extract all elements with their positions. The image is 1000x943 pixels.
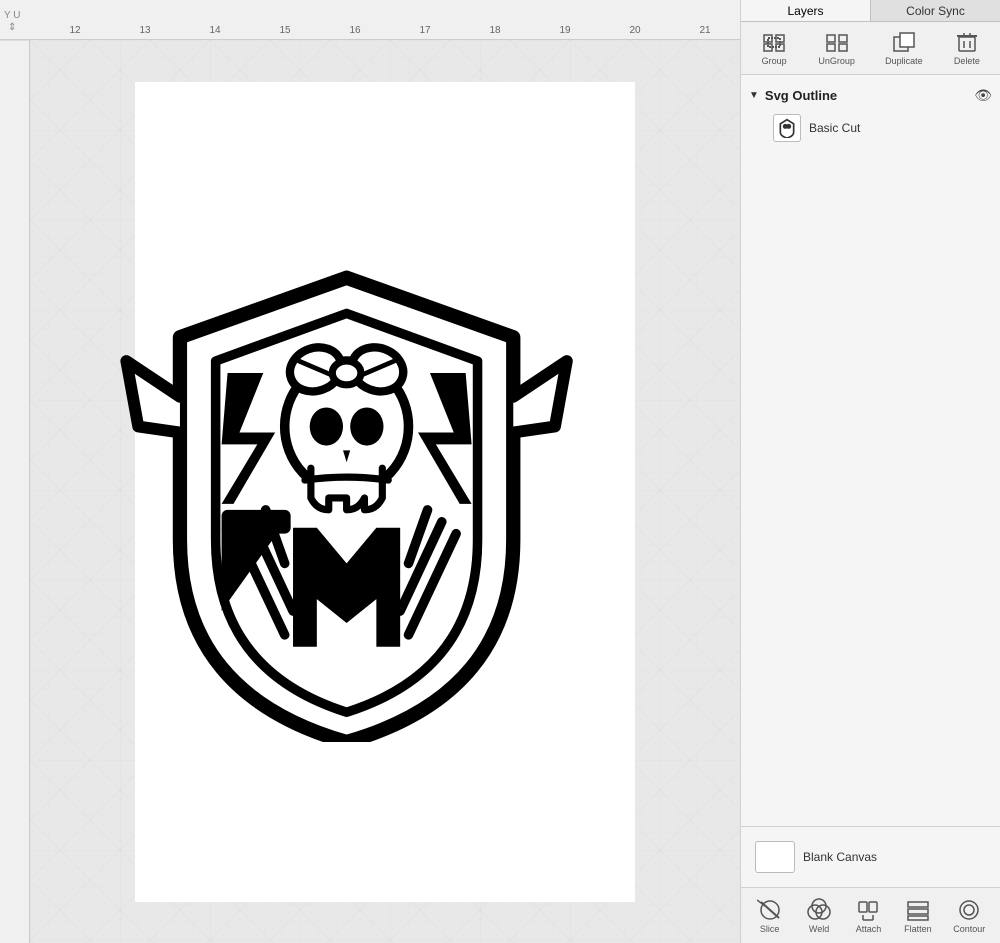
- layers-section: ▼ Svg Outline 👁 Basic Cut: [741, 75, 1000, 459]
- blank-canvas-label: Blank Canvas: [803, 850, 877, 864]
- tab-bar: Layers Color Sync: [741, 0, 1000, 22]
- ruler-left: [0, 40, 30, 943]
- design-svg[interactable]: [107, 242, 587, 742]
- weld-button[interactable]: Weld: [801, 896, 837, 936]
- blank-canvas-thumb: [755, 841, 795, 873]
- flatten-button[interactable]: Flatten: [900, 896, 936, 936]
- tool-arrows: ⇕: [8, 22, 16, 33]
- duplicate-label: Duplicate: [885, 56, 923, 66]
- delete-label: Delete: [954, 56, 980, 66]
- slice-label: Slice: [760, 924, 780, 934]
- tab-layers[interactable]: Layers: [741, 0, 871, 21]
- ruler-left-svg: [0, 40, 30, 940]
- contour-icon: [955, 898, 983, 922]
- slice-icon: [756, 898, 784, 922]
- duplicate-icon: [890, 30, 918, 54]
- flatten-icon: [904, 898, 932, 922]
- blank-canvas-section: Blank Canvas: [741, 826, 1000, 887]
- weld-label: Weld: [809, 924, 829, 934]
- blank-canvas-item[interactable]: Blank Canvas: [749, 835, 992, 879]
- right-panel: Layers Color Sync Group: [740, 0, 1000, 943]
- visibility-icon[interactable]: 👁: [974, 87, 992, 104]
- attach-icon: [854, 898, 882, 922]
- group-button[interactable]: Group: [756, 28, 792, 68]
- group-label: Group: [762, 56, 787, 66]
- group-icon: [760, 30, 788, 54]
- ungroup-button[interactable]: UnGroup: [814, 28, 859, 68]
- delete-icon: [953, 30, 981, 54]
- contour-button[interactable]: Contour: [949, 896, 989, 936]
- svg-outline-title: Svg Outline: [765, 88, 837, 103]
- canvas-area: Y U: [0, 0, 740, 943]
- layer-name-basic-cut: Basic Cut: [809, 121, 860, 135]
- ungroup-icon: [823, 30, 851, 54]
- slice-button[interactable]: Slice: [752, 896, 788, 936]
- layer-thumb: [773, 114, 801, 142]
- layer-item-basic-cut[interactable]: Basic Cut: [749, 108, 992, 148]
- ungroup-label: UnGroup: [818, 56, 855, 66]
- duplicate-button[interactable]: Duplicate: [881, 28, 927, 68]
- attach-label: Attach: [856, 924, 882, 934]
- ruler-numbers: 12 13 14 15 16 17 18 19 20 21: [30, 8, 740, 40]
- flatten-label: Flatten: [904, 924, 932, 934]
- chevron-down-icon: ▼: [749, 90, 759, 101]
- tool-label: Y U: [4, 10, 21, 21]
- bottom-toolbar: Slice Weld Attac: [741, 887, 1000, 943]
- canvas-content: [30, 40, 740, 943]
- delete-button[interactable]: Delete: [949, 28, 985, 68]
- layer-group-header[interactable]: ▼ Svg Outline 👁: [749, 83, 992, 108]
- spacer: [741, 459, 1000, 827]
- weld-icon: [805, 898, 833, 922]
- panel-toolbar: Group UnGroup Duplicate: [741, 22, 1000, 75]
- tab-color-sync[interactable]: Color Sync: [871, 0, 1000, 21]
- attach-button[interactable]: Attach: [850, 896, 886, 936]
- contour-label: Contour: [953, 924, 985, 934]
- layer-group-svg-outline: ▼ Svg Outline 👁 Basic Cut: [741, 83, 1000, 148]
